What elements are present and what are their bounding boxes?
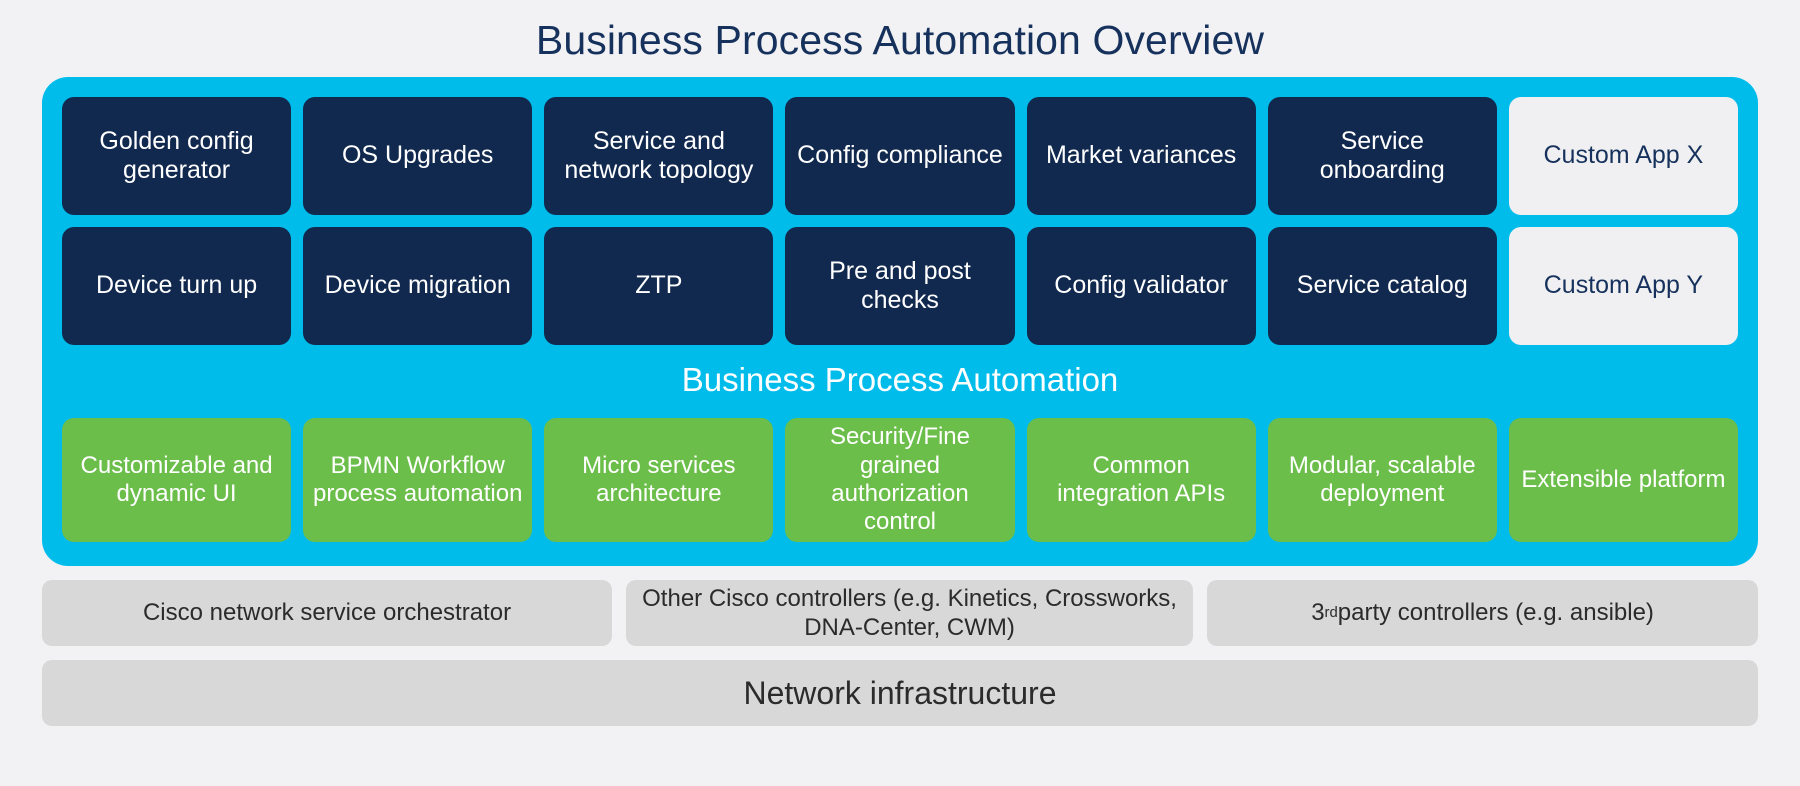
app-card-config-compliance[interactable]: Config compliance bbox=[785, 97, 1015, 215]
network-infrastructure-bar: Network infrastructure bbox=[42, 660, 1758, 726]
app-card-service-catalog[interactable]: Service catalog bbox=[1267, 227, 1497, 345]
app-card-service-and-network-topology[interactable]: Service and network topology bbox=[544, 97, 774, 215]
feature-card-micro-services-architecture[interactable]: Micro services architecture bbox=[544, 418, 774, 542]
controllers-layer: Cisco network service orchestrator Other… bbox=[42, 580, 1758, 646]
app-card-ztp[interactable]: ZTP bbox=[544, 227, 774, 345]
platform-features-row: Customizable and dynamic UI BPMN Workflo… bbox=[62, 418, 1738, 542]
controller-bar-third-party-controllers[interactable]: 3rd party controllers (e.g. ansible) bbox=[1207, 580, 1758, 646]
feature-card-customizable-dynamic-ui[interactable]: Customizable and dynamic UI bbox=[62, 418, 292, 542]
app-card-os-upgrades[interactable]: OS Upgrades bbox=[303, 97, 533, 215]
business-process-automation-platform: Golden config generator OS Upgrades Serv… bbox=[42, 77, 1758, 566]
feature-card-security-fine-grained-authorization-control[interactable]: Security/Fine grained authorization cont… bbox=[785, 418, 1015, 542]
app-card-device-migration[interactable]: Device migration bbox=[303, 227, 533, 345]
app-card-market-variances[interactable]: Market variances bbox=[1026, 97, 1256, 215]
apps-row-2: Device turn up Device migration ZTP Pre … bbox=[62, 227, 1738, 345]
diagram-page: Business Process Automation Overview Gol… bbox=[0, 0, 1800, 786]
feature-card-extensible-platform[interactable]: Extensible platform bbox=[1508, 418, 1738, 542]
app-card-config-validator[interactable]: Config validator bbox=[1026, 227, 1256, 345]
app-card-device-turn-up[interactable]: Device turn up bbox=[62, 227, 292, 345]
feature-card-modular-scalable-deployment[interactable]: Modular, scalable deployment bbox=[1267, 418, 1497, 542]
platform-banner-label: Business Process Automation bbox=[681, 361, 1119, 398]
app-card-service-onboarding[interactable]: Service onboarding bbox=[1267, 97, 1497, 215]
feature-card-common-integration-apis[interactable]: Common integration APIs bbox=[1026, 418, 1256, 542]
controller-bar-other-cisco-controllers[interactable]: Other Cisco controllers (e.g. Kinetics, … bbox=[626, 580, 1194, 646]
app-card-golden-config-generator[interactable]: Golden config generator bbox=[62, 97, 292, 215]
app-card-custom-app-y[interactable]: Custom App Y bbox=[1508, 227, 1738, 345]
app-card-custom-app-x[interactable]: Custom App X bbox=[1508, 97, 1738, 215]
third-party-prefix: 3 bbox=[1311, 599, 1325, 627]
third-party-suffix: party controllers (e.g. ansible) bbox=[1337, 599, 1654, 627]
feature-card-bpmn-workflow-process-automation[interactable]: BPMN Workflow process automation bbox=[303, 418, 533, 542]
app-card-pre-and-post-checks[interactable]: Pre and post checks bbox=[785, 227, 1015, 345]
apps-row-1: Golden config generator OS Upgrades Serv… bbox=[62, 97, 1738, 215]
controller-bar-cisco-network-service-orchestrator[interactable]: Cisco network service orchestrator bbox=[42, 580, 612, 646]
page-title: Business Process Automation Overview bbox=[535, 17, 1265, 63]
